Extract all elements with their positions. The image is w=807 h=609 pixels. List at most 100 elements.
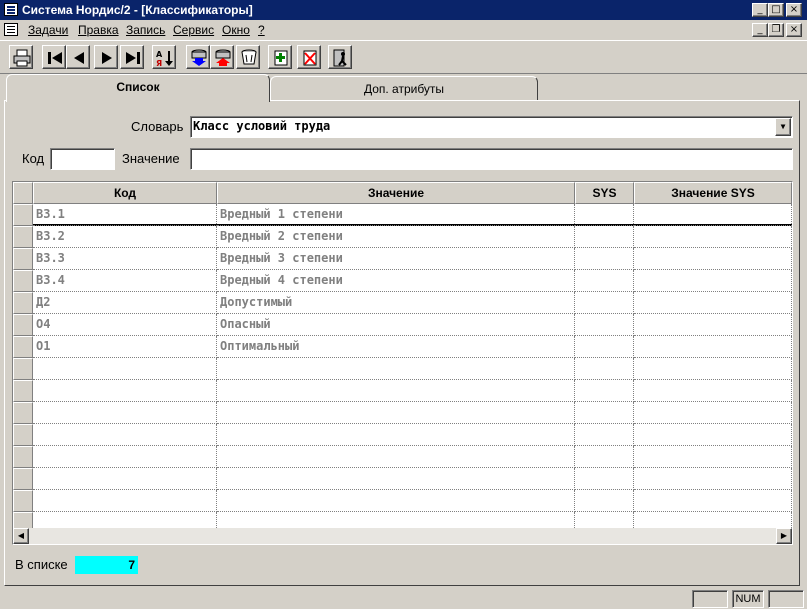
menu-window[interactable]: Окно — [222, 23, 250, 37]
exit-button[interactable] — [328, 45, 352, 69]
horizontal-scrollbar[interactable]: ◀ ▶ — [13, 528, 792, 544]
cell-code[interactable]: О1 — [33, 336, 217, 358]
cell-value[interactable] — [217, 490, 575, 512]
cell-value[interactable] — [217, 446, 575, 468]
chevron-down-icon[interactable]: ▼ — [775, 118, 791, 136]
cell-sys-value[interactable] — [634, 402, 792, 424]
empty-row[interactable] — [13, 358, 792, 380]
cell-value[interactable] — [217, 402, 575, 424]
menu-record[interactable]: Запись — [126, 23, 165, 37]
cell-code[interactable]: В3.2 — [33, 226, 217, 248]
cell-sys[interactable] — [575, 380, 634, 402]
menu-help[interactable]: ? — [258, 23, 265, 37]
cell-code[interactable] — [33, 402, 217, 424]
cell-sys[interactable] — [575, 468, 634, 490]
column-header-code[interactable]: Код — [33, 182, 217, 204]
cell-code[interactable] — [33, 358, 217, 380]
print-button[interactable] — [9, 45, 33, 69]
scroll-right-icon[interactable]: ▶ — [776, 528, 792, 544]
app-icon[interactable] — [4, 3, 18, 16]
dictionary-select[interactable]: Класс условий труда ▼ — [190, 116, 793, 138]
empty-row[interactable] — [13, 468, 792, 490]
tab-list[interactable]: Список — [6, 74, 270, 102]
menu-edit[interactable]: Правка — [78, 23, 119, 37]
delete-record-button[interactable] — [297, 45, 321, 69]
value-input[interactable] — [190, 148, 793, 170]
cell-sys[interactable] — [575, 248, 634, 270]
column-header-sys-value[interactable]: Значение SYS — [634, 182, 792, 204]
column-header-value[interactable]: Значение — [217, 182, 575, 204]
cell-sys-value[interactable] — [634, 270, 792, 292]
add-record-button[interactable] — [268, 45, 292, 69]
cell-code[interactable] — [33, 424, 217, 446]
cell-value[interactable]: Вредный 2 степени — [217, 226, 575, 248]
cell-code[interactable] — [33, 468, 217, 490]
table-row[interactable]: В3.4 Вредный 4 степени — [13, 270, 792, 292]
cell-code[interactable]: В3.3 — [33, 248, 217, 270]
scroll-left-icon[interactable]: ◀ — [13, 528, 29, 544]
cell-value[interactable]: Оптимальный — [217, 336, 575, 358]
cell-sys-value[interactable] — [634, 204, 792, 226]
table-row[interactable]: О1 Оптимальный — [13, 336, 792, 358]
db-upload-button[interactable] — [210, 45, 234, 69]
cell-sys[interactable] — [575, 204, 634, 226]
cell-value[interactable] — [217, 468, 575, 490]
empty-row[interactable] — [13, 380, 792, 402]
document-icon[interactable] — [4, 23, 18, 36]
cell-sys-value[interactable] — [634, 292, 792, 314]
minimize-button[interactable]: _ — [752, 3, 768, 17]
cell-code[interactable] — [33, 490, 217, 512]
cell-sys[interactable] — [575, 314, 634, 336]
row-indicator[interactable] — [13, 270, 33, 292]
table-row[interactable]: В3.1 Вредный 1 степени — [13, 204, 792, 226]
empty-row[interactable] — [13, 424, 792, 446]
row-indicator[interactable] — [13, 226, 33, 248]
db-download-button[interactable] — [186, 45, 210, 69]
row-indicator[interactable] — [13, 248, 33, 270]
cell-code[interactable]: Д2 — [33, 292, 217, 314]
cell-sys[interactable] — [575, 446, 634, 468]
mdi-close-button[interactable]: × — [786, 23, 802, 37]
cell-sys[interactable] — [575, 424, 634, 446]
cell-value[interactable] — [217, 380, 575, 402]
cell-code[interactable]: В3.1 — [33, 204, 217, 226]
code-input[interactable] — [50, 148, 115, 170]
menu-service[interactable]: Сервис — [173, 23, 214, 37]
empty-row[interactable] — [13, 490, 792, 512]
sort-button[interactable]: AЯ — [152, 45, 176, 69]
cell-value[interactable] — [217, 358, 575, 380]
cell-sys[interactable] — [575, 270, 634, 292]
row-indicator[interactable] — [13, 314, 33, 336]
table-row[interactable]: В3.2 Вредный 2 степени — [13, 226, 792, 248]
tab-extra-attributes[interactable]: Доп. атрибуты — [270, 76, 538, 100]
maximize-button[interactable]: □ — [768, 3, 784, 17]
table-row[interactable]: О4 Опасный — [13, 314, 792, 336]
cell-sys-value[interactable] — [634, 358, 792, 380]
cell-sys-value[interactable] — [634, 446, 792, 468]
column-header-sys[interactable]: SYS — [575, 182, 634, 204]
row-indicator[interactable] — [13, 402, 33, 424]
row-indicator[interactable] — [13, 358, 33, 380]
cell-sys-value[interactable] — [634, 248, 792, 270]
cell-code[interactable]: В3.4 — [33, 270, 217, 292]
cell-sys-value[interactable] — [634, 380, 792, 402]
cell-sys[interactable] — [575, 490, 634, 512]
table-row[interactable]: Д2 Допустимый — [13, 292, 792, 314]
row-indicator[interactable] — [13, 468, 33, 490]
cell-value[interactable]: Вредный 1 степени — [217, 204, 575, 226]
row-indicator[interactable] — [13, 380, 33, 402]
cell-sys-value[interactable] — [634, 424, 792, 446]
cell-value[interactable]: Опасный — [217, 314, 575, 336]
cell-sys[interactable] — [575, 402, 634, 424]
mdi-minimize-button[interactable]: _ — [752, 23, 768, 37]
first-record-button[interactable] — [42, 45, 66, 69]
cell-code[interactable] — [33, 446, 217, 468]
prev-record-button[interactable] — [66, 45, 90, 69]
cell-sys[interactable] — [575, 292, 634, 314]
cell-sys-value[interactable] — [634, 336, 792, 358]
last-record-button[interactable] — [120, 45, 144, 69]
empty-row[interactable] — [13, 446, 792, 468]
cell-value[interactable] — [217, 424, 575, 446]
cell-value[interactable]: Вредный 3 степени — [217, 248, 575, 270]
table-row[interactable]: В3.3 Вредный 3 степени — [13, 248, 792, 270]
